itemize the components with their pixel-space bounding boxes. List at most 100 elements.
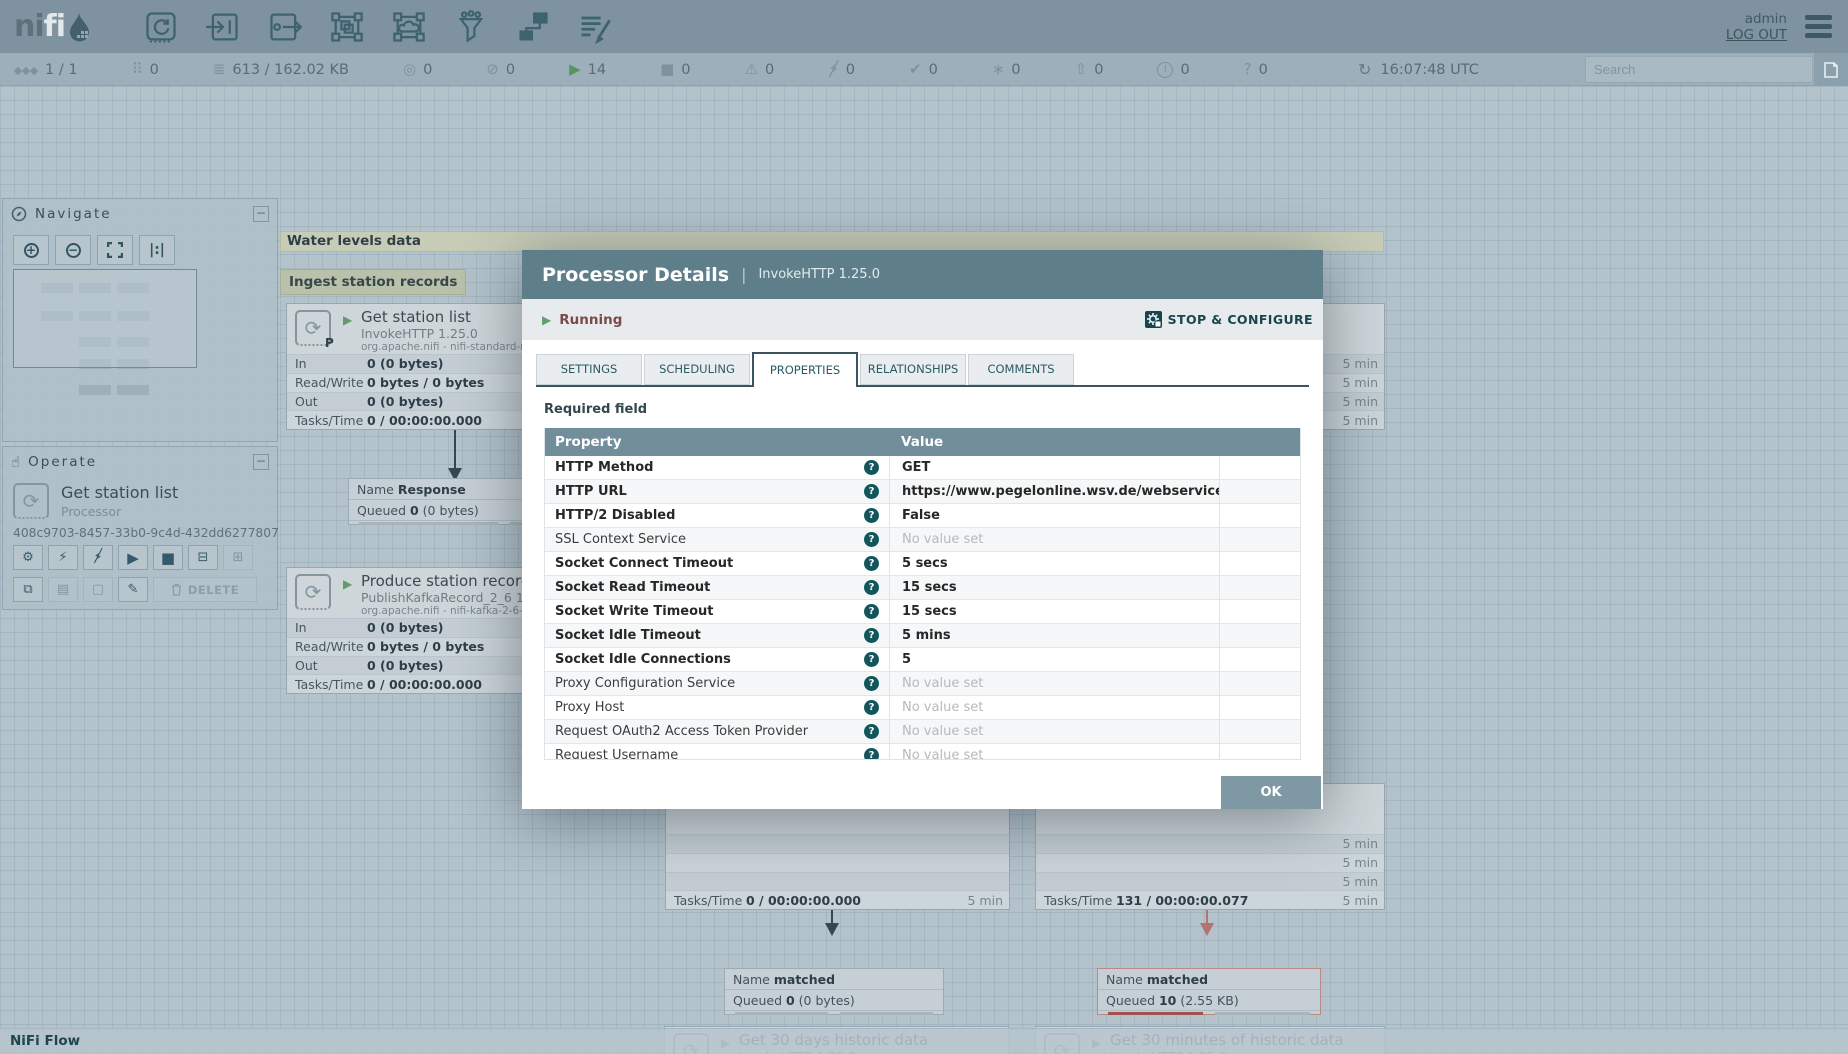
birdseye-viewport[interactable] <box>13 269 197 368</box>
tab-scheduling[interactable]: SCHEDULING <box>644 354 750 385</box>
help-icon[interactable]: ? <box>864 628 879 643</box>
start-button[interactable]: ▶ <box>118 545 148 570</box>
operate-title: Operate <box>28 454 98 470</box>
processor-stats: 5 min 5 min 5 min Tasks/Time 131 / 00:00:00.… <box>1036 834 1384 909</box>
input-port-icon[interactable] <box>203 7 243 47</box>
collapse-icon[interactable]: − <box>253 206 269 222</box>
property-row: Request OAuth2 Access Token Provider? No … <box>545 720 1300 744</box>
output-port-icon[interactable] <box>265 7 305 47</box>
property-name: Request OAuth2 Access Token Provider <box>555 724 809 739</box>
hand-icon: ☝ <box>11 453 21 471</box>
help-icon[interactable]: ? <box>864 508 879 523</box>
group-button[interactable]: ⊞ <box>223 545 253 570</box>
property-value[interactable]: No value set <box>889 528 1219 551</box>
disable-button[interactable]: ⚡ ╱ <box>83 545 113 570</box>
connection-label-matched[interactable]: Name matched Queued 0 (0 bytes) <box>724 968 944 1015</box>
help-icon[interactable]: ? <box>864 556 879 571</box>
canvas-label[interactable]: Water levels data <box>280 231 1384 252</box>
property-value[interactable]: No value set <box>889 720 1219 743</box>
help-icon[interactable]: ? <box>864 652 879 667</box>
help-icon[interactable]: ? <box>864 484 879 499</box>
brush-icon: ✎ <box>127 582 139 597</box>
help-icon[interactable]: ? <box>864 460 879 475</box>
ok-button[interactable]: OK <box>1221 776 1321 809</box>
create-template-button[interactable]: ⊟ <box>188 545 218 570</box>
stat-row: 5 min <box>1036 871 1384 891</box>
process-group-icon[interactable] <box>327 7 367 47</box>
status-up-to-date: ✔ 0 <box>909 62 938 78</box>
help-icon[interactable]: ? <box>864 700 879 715</box>
tab-settings[interactable]: SETTINGS <box>536 354 642 385</box>
copy-button[interactable]: ⧉ <box>13 577 43 602</box>
zoom-actual-size-button[interactable]: |:| <box>139 235 175 265</box>
help-icon[interactable]: ? <box>864 580 879 595</box>
not-transmitting-icon: ⊘ <box>486 60 499 78</box>
canvas-label[interactable]: Ingest station records <box>280 269 467 295</box>
logout-link[interactable]: LOG OUT <box>1726 27 1787 43</box>
funnel-icon[interactable] <box>451 7 491 47</box>
property-value[interactable]: 5 <box>889 648 1219 671</box>
processor-stats: Tasks/Time 0 / 00:00:00.000 5 min <box>666 834 1009 909</box>
selected-component-type: Processor <box>61 504 122 519</box>
refresh-icon[interactable]: ↻ <box>1358 61 1371 78</box>
property-value[interactable]: 5 secs <box>889 552 1219 575</box>
zoom-in-button[interactable]: + <box>13 235 49 265</box>
bulletin-board-icon[interactable] <box>1814 53 1848 86</box>
zoom-fit-button[interactable] <box>97 235 133 265</box>
property-row: Socket Idle Connections? 5 <box>545 648 1300 672</box>
global-menu-icon[interactable] <box>1805 11 1832 42</box>
enable-button[interactable]: ⚡ <box>48 545 78 570</box>
status-not-transmitting: ⊘ 0 <box>486 62 515 78</box>
property-value[interactable]: 5 mins <box>889 624 1219 647</box>
status-disabled: ⚡ ╱ 0 <box>828 62 855 78</box>
stop-button[interactable]: ■ <box>153 545 183 570</box>
selected-component-id[interactable]: 408c9703-8457-33b0-9c4d-432dd6277807 <box>13 526 279 540</box>
property-value[interactable]: 15 secs <box>889 600 1219 623</box>
tab-properties[interactable]: PROPERTIES <box>752 352 858 387</box>
locally-modified-icon: ∗ <box>991 60 1005 78</box>
property-value[interactable]: No value set <box>889 744 1219 759</box>
property-value[interactable]: https://www.pegelonline.wsv.de/webservic… <box>889 480 1219 503</box>
property-row: SSL Context Service? No value set <box>545 528 1300 552</box>
tab-comments[interactable]: COMMENTS <box>968 354 1074 385</box>
help-icon[interactable]: ? <box>864 748 879 759</box>
select-button[interactable]: ▢ <box>83 577 113 602</box>
property-value[interactable]: 15 secs <box>889 576 1219 599</box>
help-icon[interactable]: ? <box>864 532 879 547</box>
tab-relationships[interactable]: RELATIONSHIPS <box>860 354 966 385</box>
zoom-out-button[interactable]: − <box>55 235 91 265</box>
delete-button[interactable]: DELETE <box>153 577 257 602</box>
search-input[interactable] <box>1585 56 1813 83</box>
template-icon[interactable] <box>513 7 553 47</box>
navigate-panel: Navigate − + − |:| <box>2 198 278 442</box>
properties-table-header: Property Value <box>545 428 1300 456</box>
property-value[interactable]: False <box>889 504 1219 527</box>
help-icon[interactable]: ? <box>864 676 879 691</box>
property-value[interactable]: No value set <box>889 672 1219 695</box>
run-status-text: Running <box>559 311 623 328</box>
queued-count: 613 / 162.02 KB <box>232 61 349 78</box>
help-icon[interactable]: ? <box>864 604 879 619</box>
change-color-button[interactable]: ✎ <box>118 577 148 602</box>
status-invalid: ⚠ 0 <box>745 62 775 78</box>
property-value[interactable]: No value set <box>889 696 1219 719</box>
locally-modified-stale-count: 0 <box>1180 61 1190 78</box>
properties-table: Property Value HTTP Method? GET HTTP URL? h… <box>544 428 1301 760</box>
disabled-count: 0 <box>845 61 855 78</box>
paste-button[interactable]: ▤ <box>48 577 78 602</box>
processor-bundle: org.apache.nifi - nifi-standard-nar <box>361 341 538 353</box>
dialog-tabs: SETTINGS SCHEDULING PROPERTIES RELATIONSHIP… <box>536 352 1309 387</box>
remote-process-group-icon[interactable] <box>389 7 429 47</box>
label-icon[interactable] <box>575 7 615 47</box>
breadcrumb[interactable]: NiFi Flow <box>10 1029 80 1054</box>
processor-icon[interactable] <box>141 7 181 47</box>
stop-and-configure-button[interactable]: STOP & CONFIGURE <box>1144 311 1313 328</box>
configure-button[interactable]: ⚙ <box>13 545 43 570</box>
up-to-date-count: 0 <box>928 61 938 78</box>
processor-stamp-icon: ⟳ <box>13 483 49 519</box>
locally-modified-stale-icon: ! <box>1157 61 1174 78</box>
connection-label-matched-queued[interactable]: Name matched Queued 10 (2.55 KB) <box>1097 968 1321 1015</box>
collapse-icon[interactable]: − <box>253 454 269 470</box>
help-icon[interactable]: ? <box>864 724 879 739</box>
property-value[interactable]: GET <box>889 456 1219 479</box>
